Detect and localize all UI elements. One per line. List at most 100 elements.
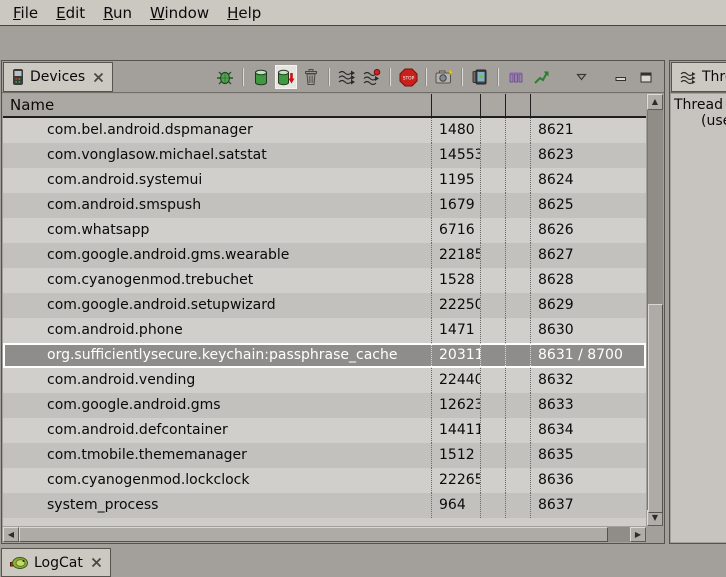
column-header-port[interactable] (530, 94, 646, 116)
table-row[interactable]: com.tmobile.thememanager15128635 (3, 443, 646, 468)
toolbar-separator (328, 68, 330, 86)
table-row[interactable]: com.android.smspush16798625 (3, 193, 646, 218)
cell-port: 8629 (530, 293, 646, 318)
maximize-button[interactable] (636, 66, 656, 88)
cell-name: com.google.android.gms (3, 393, 431, 418)
table-row[interactable]: com.whatsapp67168626 (3, 218, 646, 243)
minimize-button[interactable] (611, 66, 631, 88)
table-row[interactable]: com.cyanogenmod.lockclock22265 8636 (3, 468, 646, 493)
table-row[interactable]: com.cyanogenmod.trebuchet15288628 (3, 268, 646, 293)
table-row[interactable]: com.android.phone14718630 (3, 318, 646, 343)
horizontal-scrollbar[interactable]: ◀ ▶ (3, 527, 646, 542)
cell-pid: 14553 (431, 143, 480, 168)
tab-logcat[interactable]: LogCat (1, 548, 111, 577)
debug-process-icon (216, 69, 234, 86)
cell-port: 8636 (530, 468, 646, 493)
cell-c4 (505, 293, 530, 318)
minimize-icon (615, 72, 627, 82)
cell-pid: 22440 (431, 368, 480, 393)
table-row[interactable]: com.bel.android.dspmanager14808621 (3, 118, 646, 143)
threads-tab-icon (680, 70, 696, 85)
vertical-scrollbar-track[interactable] (647, 110, 663, 510)
cause-gc-button[interactable] (301, 66, 321, 88)
table-row[interactable]: system_process9648637 (3, 493, 646, 518)
update-threads-button[interactable] (337, 66, 357, 88)
cell-c4 (505, 443, 530, 468)
start-method-profiling-button[interactable] (362, 66, 382, 88)
svg-text:STOP: STOP (402, 75, 414, 81)
column-header-unlabeled[interactable] (505, 94, 530, 116)
cell-port: 8632 (530, 368, 646, 393)
menu-help[interactable]: Help (218, 2, 270, 24)
toolbar-separator (461, 68, 463, 86)
cell-c4 (505, 318, 530, 343)
threads-view: Threads Thread updates not enabled for s… (669, 60, 726, 544)
cell-port: 8637 (530, 493, 646, 518)
table-row[interactable]: com.android.vending224408632 (3, 368, 646, 393)
stop-process-button[interactable]: STOP (398, 66, 418, 88)
cell-c3 (480, 243, 505, 268)
cell-c4 (505, 143, 530, 168)
scroll-left-button[interactable]: ◀ (3, 527, 19, 542)
device-table: Name com.bel.android.dspmanager14808621c… (3, 94, 646, 526)
cell-port: 8626 (530, 218, 646, 243)
cell-c3 (480, 193, 505, 218)
scroll-right-button[interactable]: ▶ (630, 527, 646, 542)
start-opengl-trace-button[interactable] (531, 66, 551, 88)
close-icon[interactable] (91, 557, 102, 568)
cell-name: com.android.defcontainer (3, 418, 431, 443)
table-row[interactable]: com.android.defcontainer144118634 (3, 418, 646, 443)
table-row[interactable]: com.google.android.gms126238633 (3, 393, 646, 418)
column-header-name[interactable]: Name (3, 94, 431, 116)
scroll-up-button[interactable]: ▲ (647, 94, 663, 110)
dump-view-hierarchy-button[interactable] (506, 66, 526, 88)
cell-pid: 1679 (431, 193, 480, 218)
menu-edit[interactable]: Edit (47, 2, 94, 24)
table-row[interactable]: com.android.systemui11958624 (3, 168, 646, 193)
debug-process-button[interactable] (215, 66, 235, 88)
close-icon[interactable] (93, 72, 104, 83)
column-header-pid[interactable] (431, 94, 480, 116)
table-row[interactable]: org.sufficientlysecure.keychain:passphra… (3, 343, 646, 368)
horizontal-scrollbar-track[interactable] (19, 527, 630, 542)
cell-pid: 1528 (431, 268, 480, 293)
view-menu-chevron-icon (576, 73, 587, 81)
screen-record-button[interactable] (470, 66, 490, 88)
menu-file[interactable]: File (4, 2, 47, 24)
cell-c4 (505, 468, 530, 493)
vertical-scrollbar-thumb[interactable] (648, 304, 663, 513)
threads-tabbar: Threads (670, 61, 726, 93)
cell-c3 (480, 343, 505, 368)
vertical-scrollbar[interactable]: ▲ ▼ (647, 94, 663, 526)
cell-c4 (505, 343, 530, 368)
horizontal-scrollbar-thumb[interactable] (19, 527, 608, 542)
tab-threads[interactable]: Threads (671, 62, 726, 92)
devices-tabbar: Devices (2, 61, 664, 93)
cell-c3 (480, 118, 505, 143)
dump-hprof-button[interactable] (276, 66, 296, 88)
tab-logcat-label: LogCat (34, 555, 83, 571)
table-row[interactable]: com.google.android.setupwizard222508629 (3, 293, 646, 318)
tab-devices[interactable]: Devices (3, 62, 113, 92)
update-heap-button[interactable] (251, 66, 271, 88)
cell-c3 (480, 168, 505, 193)
cell-pid: 22265 (431, 468, 480, 493)
view-menu-button[interactable] (571, 66, 591, 88)
cell-port: 8634 (530, 418, 646, 443)
table-row[interactable]: com.google.android.gms.wearable221858627 (3, 243, 646, 268)
cell-port: 8628 (530, 268, 646, 293)
menu-window[interactable]: Window (141, 2, 218, 24)
cell-c4 (505, 168, 530, 193)
screen-capture-button[interactable] (434, 66, 454, 88)
cell-c3 (480, 293, 505, 318)
column-header-unlabeled[interactable] (480, 94, 505, 116)
table-row[interactable]: com.vonglasow.michael.satstat145538623 (3, 143, 646, 168)
cell-name: com.google.android.setupwizard (3, 293, 431, 318)
logcat-bar: LogCat (0, 545, 726, 577)
cell-name: com.google.android.gms.wearable (3, 243, 431, 268)
menu-run[interactable]: Run (94, 2, 141, 24)
cell-name: com.cyanogenmod.lockclock (3, 468, 431, 493)
cell-pid: 1512 (431, 443, 480, 468)
cell-pid: 1480 (431, 118, 480, 143)
dump-hprof-icon (277, 69, 296, 86)
